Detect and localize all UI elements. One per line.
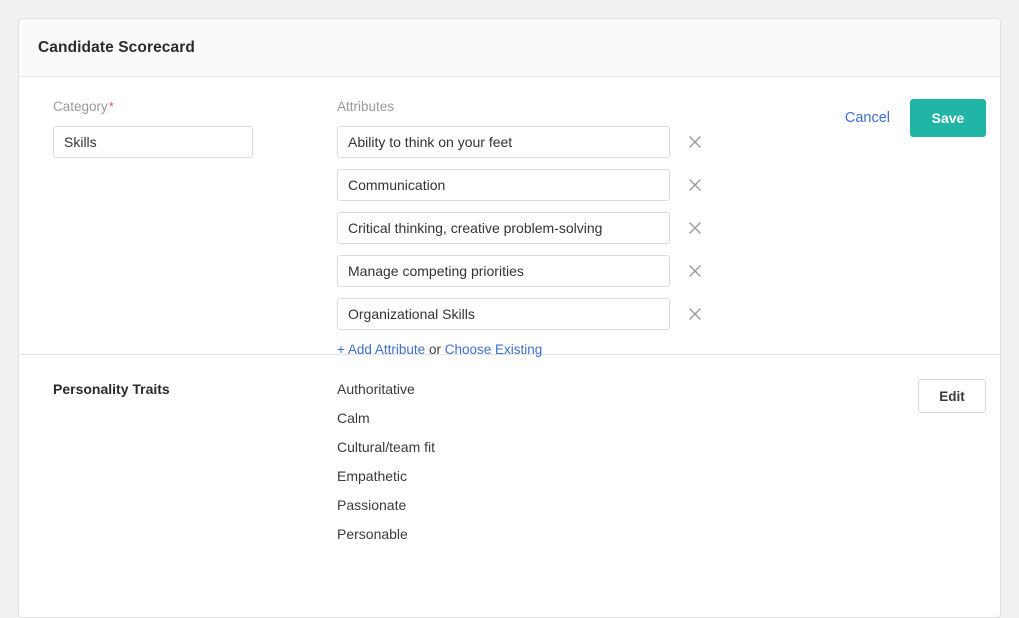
card-header: Candidate Scorecard (19, 19, 1000, 77)
remove-attribute-button-4[interactable] (684, 303, 706, 325)
personality-traits-section: Personality Traits Authoritative Calm Cu… (19, 355, 1000, 577)
list-item: Personable (337, 526, 408, 542)
page-title: Candidate Scorecard (38, 38, 195, 56)
attribute-input-3[interactable] (337, 255, 670, 287)
close-icon (684, 174, 706, 196)
attributes-column: Attributes Ability to think on your feet… (337, 99, 707, 359)
attribute-input-1[interactable] (337, 169, 670, 201)
category-label: Category* (53, 99, 313, 115)
attribute-input-2[interactable] (337, 212, 670, 244)
attribute-row (337, 126, 707, 158)
category-label-text: Category (53, 99, 108, 114)
remove-attribute-button-3[interactable] (684, 260, 706, 282)
close-icon (684, 217, 706, 239)
list-item: Empathetic (337, 468, 408, 484)
edit-actions: Cancel Save (843, 99, 986, 137)
attribute-row (337, 212, 707, 244)
remove-attribute-button-1[interactable] (684, 174, 706, 196)
scorecard-edit-section: Category* Attributes (19, 77, 1000, 357)
close-icon (684, 131, 706, 153)
category-input[interactable] (53, 126, 253, 158)
remove-attribute-button-2[interactable] (684, 217, 706, 239)
edit-button[interactable]: Edit (918, 379, 986, 413)
attribute-input-4[interactable] (337, 298, 670, 330)
list-item: Calm (337, 410, 370, 426)
close-icon (684, 260, 706, 282)
attribute-row (337, 298, 707, 330)
list-item: Passionate (337, 497, 407, 513)
attribute-input-0[interactable] (337, 126, 670, 158)
attributes-label: Attributes (337, 99, 395, 114)
attribute-row (337, 255, 707, 287)
trait-list: Authoritative Calm Cultural/team fit Emp… (337, 379, 435, 553)
close-icon (684, 303, 706, 325)
list-item: Authoritative (337, 381, 415, 397)
cancel-button[interactable]: Cancel (843, 106, 892, 130)
section-name: Personality Traits (53, 381, 170, 397)
remove-attribute-button-0[interactable] (684, 131, 706, 153)
category-column: Category* (53, 99, 313, 158)
candidate-scorecard-card: Candidate Scorecard Category* Attributes (18, 18, 1001, 618)
attribute-row (337, 169, 707, 201)
save-button[interactable]: Save (910, 99, 986, 137)
required-asterisk: * (108, 99, 114, 114)
list-item: Cultural/team fit (337, 439, 436, 455)
